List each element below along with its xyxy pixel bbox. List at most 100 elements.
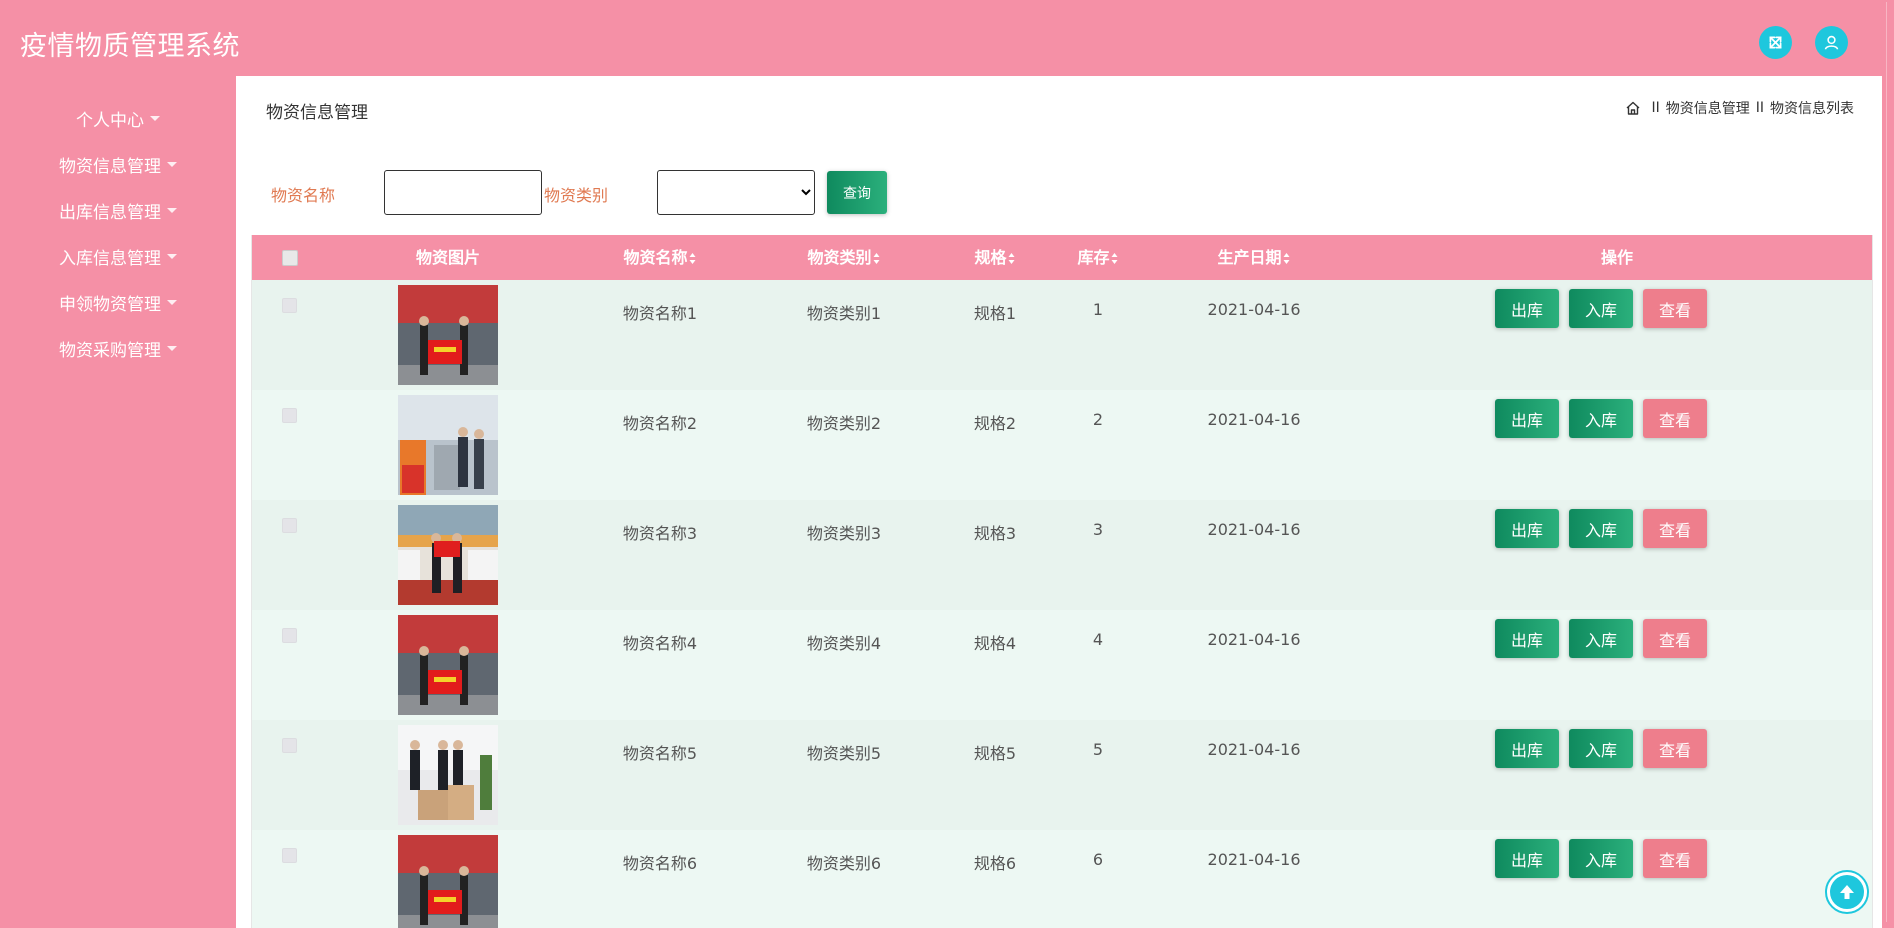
sidebar-item-material-request[interactable]: 申领物资管理 (0, 287, 236, 317)
cell-stock: 5 (1092, 740, 1104, 759)
col-header-name[interactable]: 物资名称 (623, 235, 696, 280)
cell-spec: 规格3 (973, 524, 1017, 543)
col-header-image-label: 物资图片 (415, 248, 481, 267)
breadcrumb-item-material-list: 物资信息列表 (1770, 101, 1854, 117)
select-all-checkbox[interactable] (282, 250, 298, 266)
cell-name: 物资名称4 (622, 634, 698, 653)
app-title: 疫情物质管理系统 (20, 31, 240, 62)
cell-category: 物资类别5 (806, 744, 882, 763)
sidebar-item-material-purchase[interactable]: 物资采购管理 (0, 333, 236, 363)
scrollbar-track[interactable] (1886, 2, 1892, 922)
main-content: 物资信息管理 II 物资信息管理 II 物资信息列表 物资名称 物资类别 查询 (236, 76, 1888, 928)
cell-spec: 规格4 (973, 634, 1017, 653)
chevron-down-icon (167, 299, 177, 305)
cell-date: 2021-04-16 (1207, 520, 1301, 539)
sidebar-item-label: 出库信息管理 (59, 202, 161, 223)
home-icon[interactable] (1625, 100, 1641, 116)
col-header-stock-label: 库存 (1077, 248, 1110, 267)
col-header-date-label: 生产日期 (1217, 248, 1282, 267)
material-image (398, 505, 498, 605)
col-header-category[interactable]: 物资类别 (807, 235, 880, 280)
col-header-actions-label: 操作 (1600, 248, 1634, 267)
sidebar-item-material-info[interactable]: 物资信息管理 (0, 149, 236, 179)
cell-name: 物资名称6 (622, 854, 698, 873)
user-menu-button[interactable] (1815, 26, 1848, 59)
inbound-button[interactable]: 入库 (1569, 509, 1633, 548)
view-button[interactable]: 查看 (1643, 729, 1707, 768)
sort-icon[interactable] (1008, 253, 1016, 264)
material-image (398, 395, 498, 495)
table-row: 物资名称2 物资类别2 规格2 2 2021-04-16 出库 入库 查看 (252, 390, 1872, 500)
cell-name: 物资名称3 (622, 524, 698, 543)
breadcrumb: II 物资信息管理 II 物资信息列表 (1625, 98, 1854, 118)
outbound-button[interactable]: 出库 (1495, 289, 1559, 328)
sidebar-item-inbound-info[interactable]: 入库信息管理 (0, 241, 236, 271)
fullscreen-button[interactable] (1759, 26, 1792, 59)
inbound-button[interactable]: 入库 (1569, 839, 1633, 878)
breadcrumb-item-material-info[interactable]: 物资信息管理 (1666, 98, 1750, 118)
cell-name: 物资名称2 (622, 414, 698, 433)
page-title: 物资信息管理 (266, 103, 368, 123)
view-button[interactable]: 查看 (1643, 509, 1707, 548)
col-header-date[interactable]: 生产日期 (1217, 235, 1290, 280)
sort-icon[interactable] (1283, 253, 1291, 264)
col-header-image: 物资图片 (416, 235, 480, 280)
col-header-stock[interactable]: 库存 (1077, 235, 1118, 280)
cell-spec: 规格2 (973, 414, 1017, 433)
material-image (398, 285, 498, 385)
outbound-button[interactable]: 出库 (1495, 619, 1559, 658)
row-checkbox[interactable] (282, 298, 297, 313)
row-checkbox[interactable] (282, 408, 297, 423)
outbound-button[interactable]: 出库 (1495, 509, 1559, 548)
inbound-button[interactable]: 入库 (1569, 289, 1633, 328)
row-checkbox[interactable] (282, 848, 297, 863)
back-to-top-button[interactable] (1825, 870, 1869, 914)
cell-stock: 4 (1092, 630, 1104, 649)
table-row: 物资名称5 物资类别5 规格5 5 2021-04-16 出库 入库 查看 (252, 720, 1872, 830)
material-name-input[interactable] (384, 170, 542, 215)
col-header-actions: 操作 (1601, 235, 1633, 280)
sidebar-item-personal-center[interactable]: 个人中心 (0, 103, 236, 133)
material-image (398, 725, 498, 825)
cell-date: 2021-04-16 (1207, 300, 1301, 319)
cell-category: 物资类别4 (806, 634, 882, 653)
inbound-button[interactable]: 入库 (1569, 399, 1633, 438)
material-category-label: 物资类别 (544, 186, 609, 205)
view-button[interactable]: 查看 (1643, 289, 1707, 328)
row-checkbox[interactable] (282, 738, 297, 753)
outbound-button[interactable]: 出库 (1495, 399, 1559, 438)
cell-spec: 规格1 (973, 304, 1017, 323)
outbound-button[interactable]: 出库 (1495, 839, 1559, 878)
sort-icon[interactable] (689, 253, 697, 264)
chevron-down-icon (150, 115, 160, 121)
outbound-button[interactable]: 出库 (1495, 729, 1559, 768)
user-icon (1824, 35, 1839, 50)
breadcrumb-separator: II (1651, 100, 1660, 116)
sidebar-item-label: 物资信息管理 (59, 156, 161, 177)
table-row: 物资名称3 物资类别3 规格3 3 2021-04-16 出库 入库 查看 (252, 500, 1872, 610)
col-header-spec-label: 规格 (974, 248, 1007, 267)
query-button[interactable]: 查询 (827, 171, 887, 214)
col-header-category-label: 物资类别 (807, 248, 872, 267)
sidebar-item-label: 入库信息管理 (59, 248, 161, 269)
sidebar-item-outbound-info[interactable]: 出库信息管理 (0, 195, 236, 225)
inbound-button[interactable]: 入库 (1569, 619, 1633, 658)
expand-arrows-icon (1769, 36, 1782, 49)
material-image (398, 835, 498, 928)
chevron-down-icon (167, 345, 177, 351)
cell-stock: 3 (1092, 520, 1104, 539)
cell-category: 物资类别1 (806, 304, 882, 323)
material-category-select[interactable] (657, 170, 815, 215)
sort-icon[interactable] (873, 253, 881, 264)
inbound-button[interactable]: 入库 (1569, 729, 1633, 768)
vertical-scrollbar[interactable] (1882, 0, 1894, 928)
row-checkbox[interactable] (282, 518, 297, 533)
view-button[interactable]: 查看 (1643, 619, 1707, 658)
view-button[interactable]: 查看 (1643, 839, 1707, 878)
chevron-down-icon (167, 207, 177, 213)
view-button[interactable]: 查看 (1643, 399, 1707, 438)
cell-date: 2021-04-16 (1207, 630, 1301, 649)
sort-icon[interactable] (1111, 253, 1119, 264)
row-checkbox[interactable] (282, 628, 297, 643)
col-header-spec[interactable]: 规格 (974, 235, 1015, 280)
